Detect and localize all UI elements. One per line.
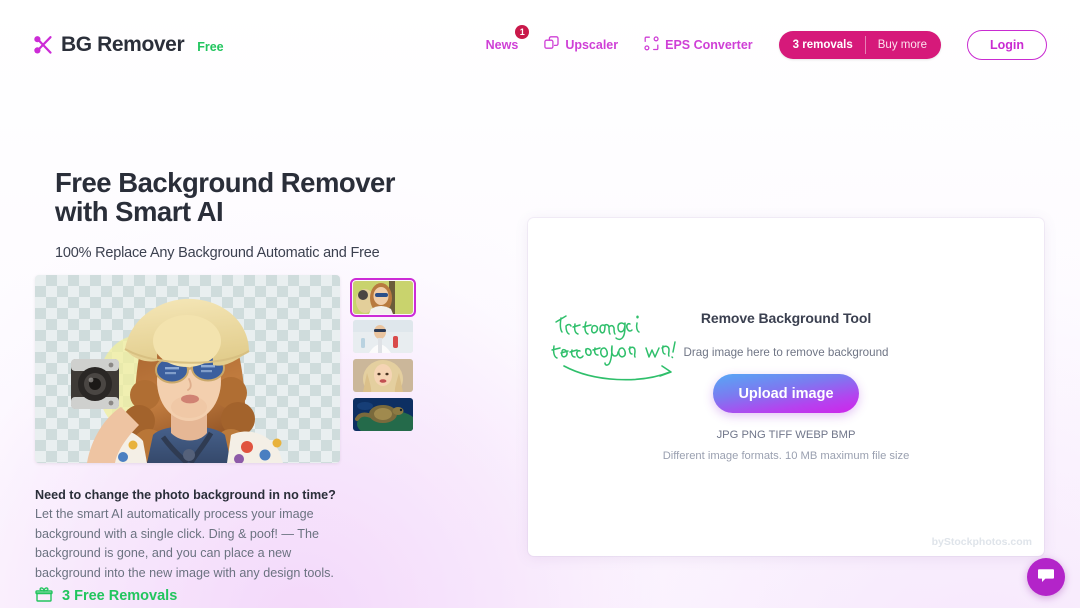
thumbnail-blonde-portrait[interactable] <box>353 359 413 392</box>
panel-title: Remove Background Tool <box>700 310 872 326</box>
buy-more-button[interactable]: Buy more <box>866 31 941 59</box>
thumbnail-scientist[interactable] <box>353 320 413 353</box>
nav-upscaler-label: Upscaler <box>565 38 619 52</box>
removals-count: 3 removals <box>792 39 853 51</box>
login-button[interactable]: Login <box>966 30 1047 60</box>
chat-support-button[interactable] <box>1027 558 1065 596</box>
gift-box-icon <box>35 586 53 606</box>
hero-title-line1: Free Background Remover <box>55 167 396 198</box>
stock-credit: byStockphotos.com <box>931 536 1032 548</box>
page-title: Free Background Remover with Smart AI <box>55 168 465 226</box>
top-header: BG Remover Free News 1 Upscaler EPS Conv… <box>0 0 1080 94</box>
main-nav: News 1 Upscaler EPS Converter 3 removals… <box>485 25 1047 60</box>
nav-item-upscaler[interactable]: Upscaler <box>544 30 618 60</box>
brand-logo[interactable]: BG Remover Free <box>33 33 224 57</box>
hero-description: Need to change the photo background in n… <box>35 486 355 583</box>
file-size-note: Different image formats. 10 MB maximum f… <box>662 450 910 462</box>
upload-image-button[interactable]: Upload image <box>713 374 859 413</box>
hero-description-rest: Let the smart AI automatically process y… <box>35 507 334 580</box>
news-badge: 1 <box>515 25 530 39</box>
page-root: BG Remover Free News 1 Upscaler EPS Conv… <box>0 0 1080 608</box>
brand-free-tag: Free <box>197 40 224 54</box>
nav-item-eps-converter[interactable]: EPS Converter <box>644 30 753 60</box>
nav-eps-label: EPS Converter <box>665 38 753 52</box>
brand-name: BG Remover <box>61 33 185 56</box>
nav-news-label: News <box>485 38 519 52</box>
thumbnail-sea-turtle[interactable] <box>353 398 413 431</box>
upload-panel: Remove Background Tool Drag image here t… <box>528 218 1044 556</box>
free-removals-link[interactable]: 3 Free Removals <box>35 586 177 606</box>
thumbnail-woman-camera[interactable] <box>350 278 416 317</box>
hero-section: Free Background Remover with Smart AI 10… <box>35 168 465 604</box>
image-showcase <box>35 275 416 463</box>
preview-image-transparent[interactable] <box>35 275 340 463</box>
eps-convert-icon <box>644 36 659 54</box>
removals-pill: 3 removals Buy more <box>778 31 941 59</box>
thumbnail-list <box>350 275 416 431</box>
supported-formats: JPG PNG TIFF WEBP BMP <box>716 429 856 441</box>
drag-hint: Drag image here to remove background <box>683 346 889 359</box>
upscale-icon <box>544 36 559 54</box>
nav-item-news[interactable]: News 1 <box>485 25 530 58</box>
scissors-icon <box>33 34 53 56</box>
free-removals-label: 3 Free Removals <box>62 588 178 604</box>
chat-bubble-icon <box>1036 565 1056 590</box>
hero-subtitle: 100% Replace Any Background Automatic an… <box>55 245 380 261</box>
hero-title-line2: with Smart AI <box>55 196 224 227</box>
hero-description-bold: Need to change the photo background in n… <box>35 488 336 502</box>
